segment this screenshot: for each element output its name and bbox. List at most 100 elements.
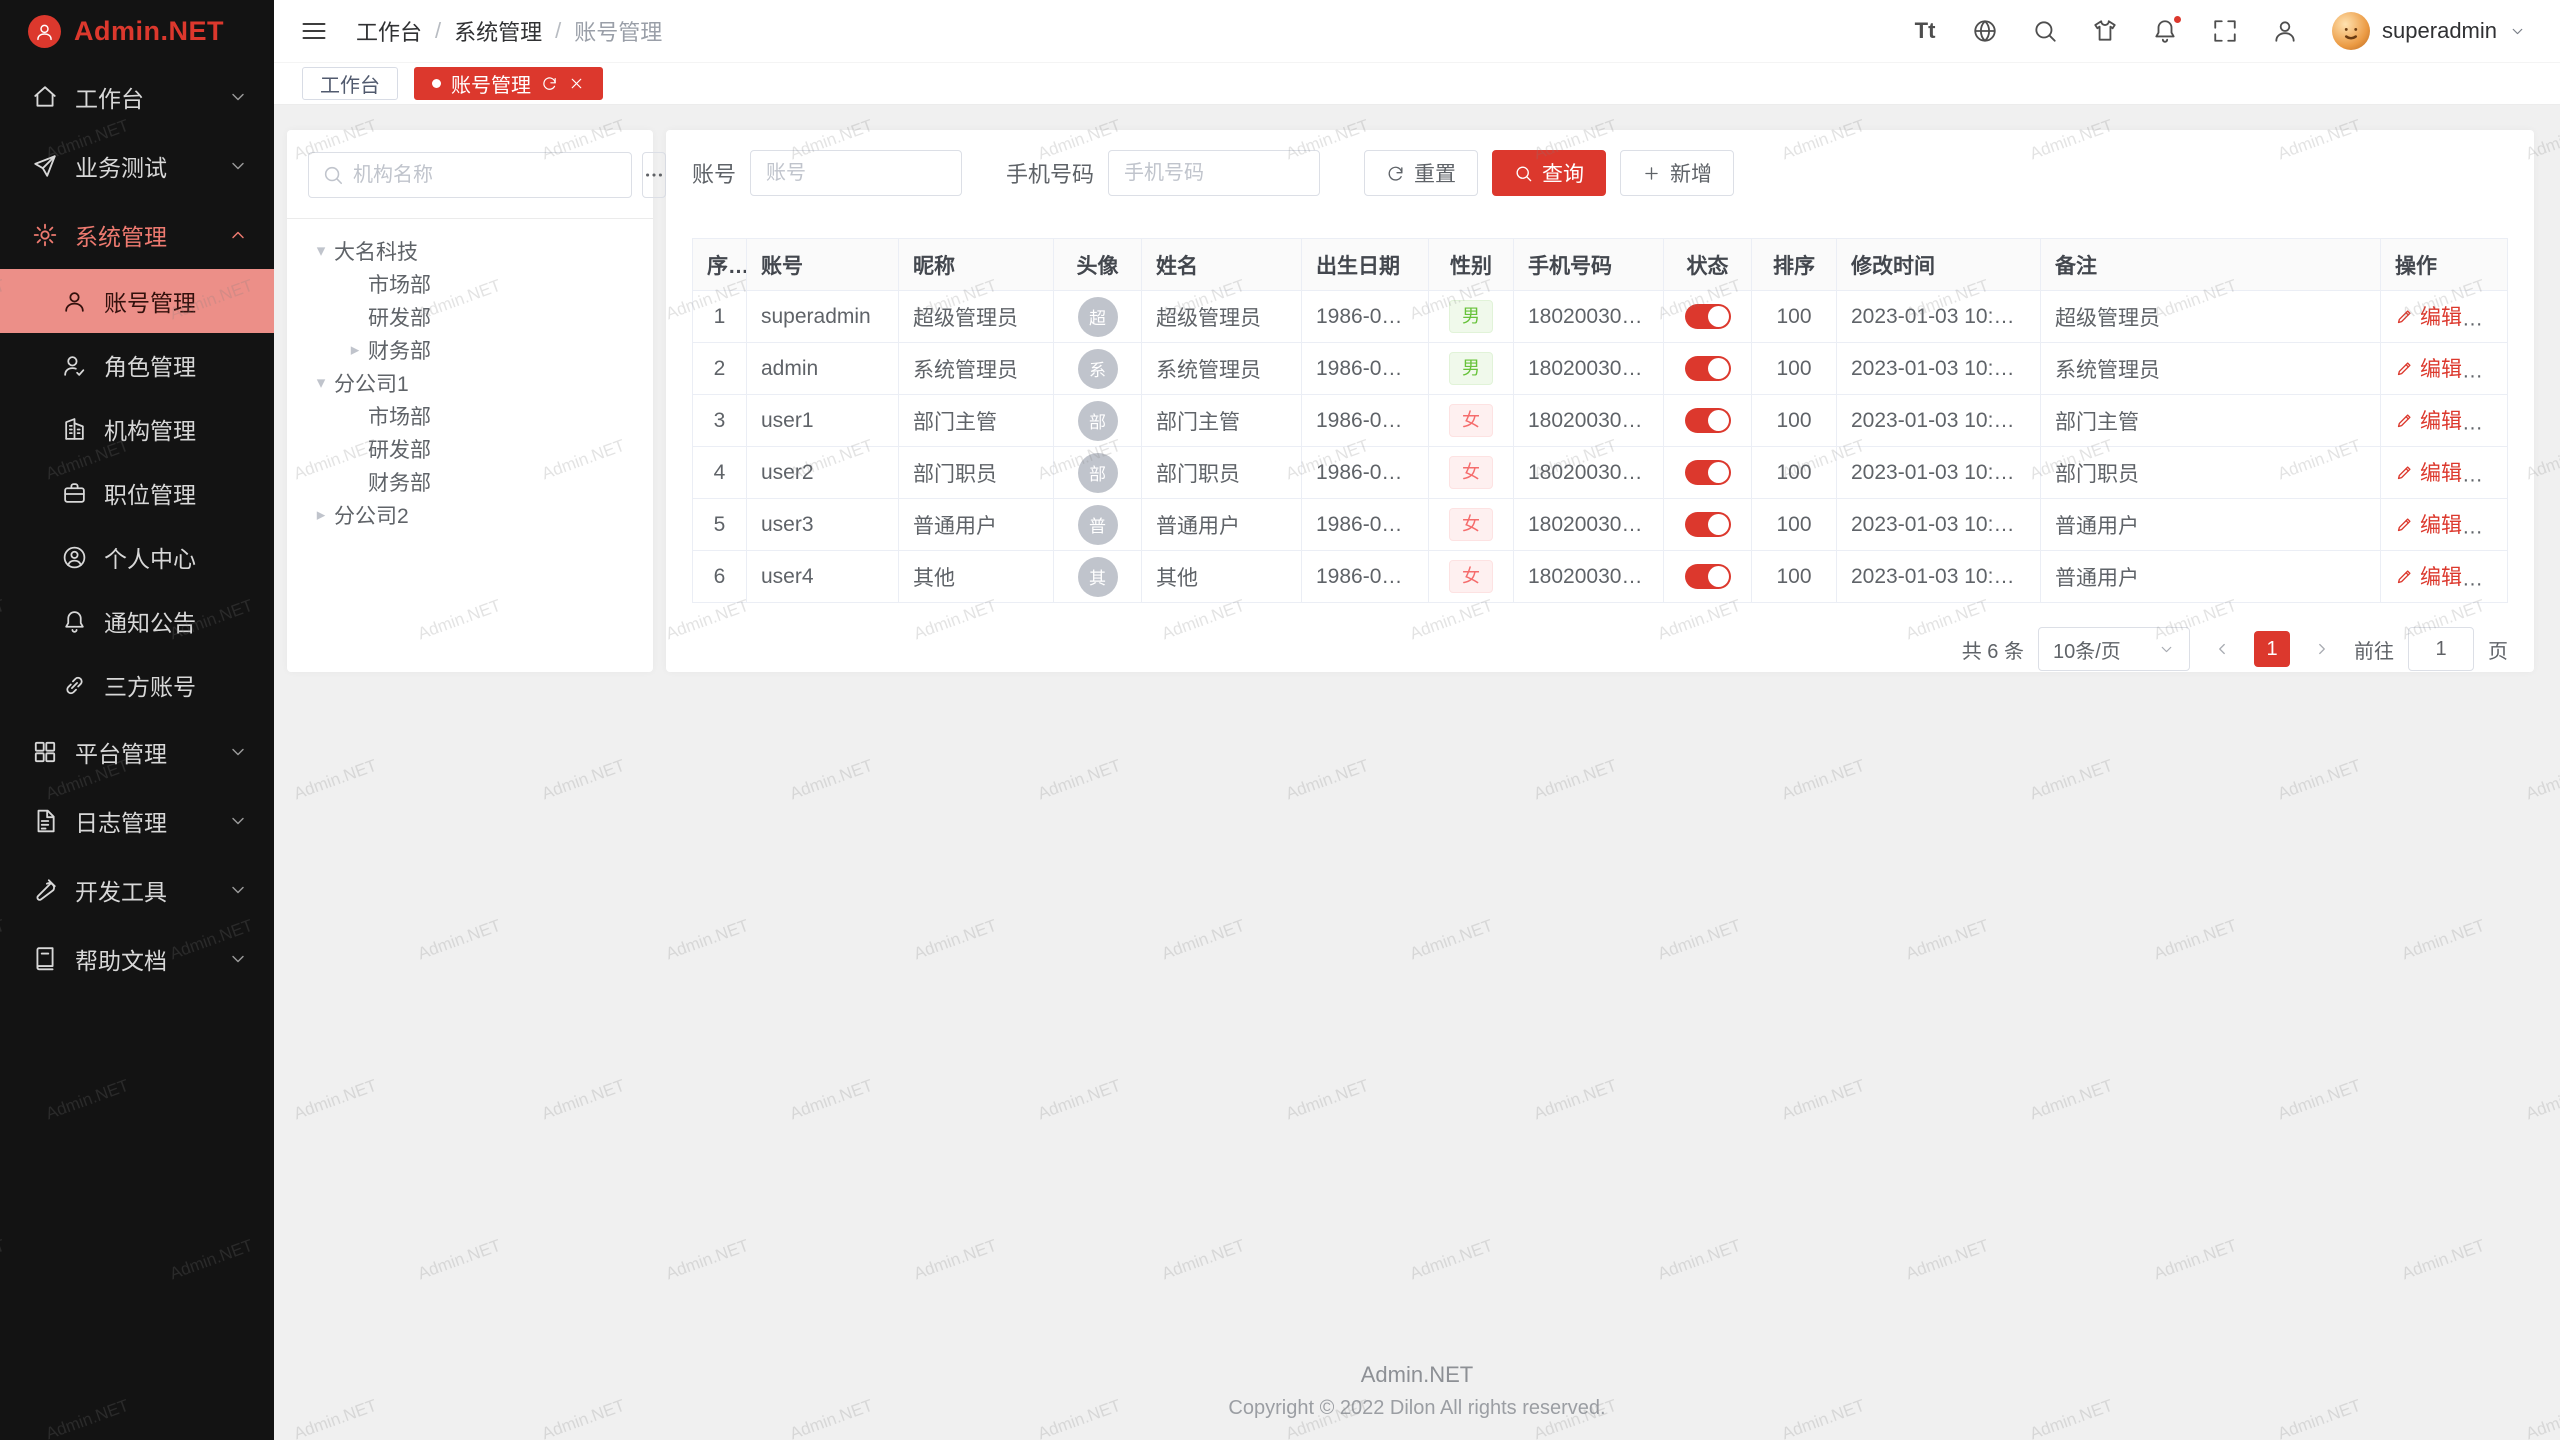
cell-name: 其他: [1142, 551, 1302, 603]
tabs-bar: 工作台 账号管理: [274, 62, 2560, 105]
tree-node-label: 研发部: [368, 434, 431, 464]
tab-label: 账号管理: [451, 69, 531, 98]
sidebar-subitem-org-management[interactable]: 机构管理: [0, 397, 274, 461]
cell-phone: 18020030720: [1514, 551, 1664, 603]
search-icon[interactable]: [2032, 18, 2058, 44]
status-toggle[interactable]: [1685, 512, 1731, 537]
sidebar-item-workbench[interactable]: 工作台: [0, 62, 274, 131]
tree-more-button[interactable]: [642, 152, 666, 198]
tree-caret-icon[interactable]: ▾: [308, 373, 334, 393]
cell-sort: 100: [1752, 551, 1837, 603]
page-number-current[interactable]: 1: [2254, 631, 2290, 667]
hamburger-menu-icon[interactable]: [300, 17, 328, 45]
accounts-table: 序号账号昵称头像姓名出生日期性别手机号码状态排序修改时间备注操作 1supera…: [692, 238, 2508, 603]
tab-account-management[interactable]: 账号管理: [414, 67, 603, 100]
cell-remark: 部门职员: [2041, 447, 2381, 499]
sidebar-item-platform-management[interactable]: 平台管理: [0, 717, 274, 786]
sidebar-item-dev-tools[interactable]: 开发工具: [0, 855, 274, 924]
cell-name: 部门职员: [1142, 447, 1302, 499]
avatar: [2332, 12, 2370, 50]
query-button[interactable]: 查询: [1492, 150, 1606, 196]
status-toggle[interactable]: [1685, 460, 1731, 485]
sidebar-subitem-position-management[interactable]: 职位管理: [0, 461, 274, 525]
tree-node-label: 大名科技: [334, 236, 418, 266]
cell-index: 4: [693, 447, 747, 499]
position-icon: [62, 481, 87, 506]
status-toggle[interactable]: [1685, 564, 1731, 589]
column-header: 操作: [2381, 239, 2508, 291]
tab-refresh-icon[interactable]: [541, 75, 558, 92]
edit-button[interactable]: 编辑: [2395, 405, 2462, 435]
tree-caret-icon[interactable]: ▾: [308, 241, 334, 261]
tree-node[interactable]: ▾分公司1: [308, 366, 632, 399]
user-menu[interactable]: superadmin: [2332, 12, 2526, 50]
tree-node[interactable]: 市场部: [308, 399, 632, 432]
status-toggle[interactable]: [1685, 408, 1731, 433]
sidebar-subitem-account-management[interactable]: 账号管理: [0, 269, 274, 333]
avatar: 其: [1078, 557, 1118, 597]
more-icon: [643, 164, 665, 186]
tree-node[interactable]: ▸财务部: [308, 333, 632, 366]
status-toggle[interactable]: [1685, 304, 1731, 329]
tab-workbench[interactable]: 工作台: [302, 67, 398, 100]
sidebar-subitem-personal-center[interactable]: 个人中心: [0, 525, 274, 589]
font-size-icon[interactable]: Tt: [1912, 18, 1938, 44]
goto-page-input[interactable]: [2408, 627, 2474, 671]
column-header: 账号: [747, 239, 899, 291]
cell-index: 2: [693, 343, 747, 395]
notification-icon[interactable]: [2152, 18, 2178, 44]
language-icon[interactable]: [1972, 18, 1998, 44]
tree-caret-icon[interactable]: ▸: [342, 340, 368, 360]
breadcrumb-item[interactable]: 工作台: [356, 15, 422, 47]
chevron-down-icon: [228, 880, 248, 900]
footer-copyright: Copyright © 2022 Dilon All rights reserv…: [274, 1397, 2560, 1420]
column-header: 昵称: [899, 239, 1054, 291]
fullscreen-icon[interactable]: [2212, 18, 2238, 44]
breadcrumb-item[interactable]: 系统管理: [454, 15, 542, 47]
edit-button[interactable]: 编辑: [2395, 353, 2462, 383]
submenu-item-label: 机构管理: [104, 412, 196, 446]
chevron-down-icon: [228, 87, 248, 107]
table-wrapper: 序号账号昵称头像姓名出生日期性别手机号码状态排序修改时间备注操作 1supera…: [692, 238, 2508, 603]
tree-node[interactable]: ▾大名科技: [308, 234, 632, 267]
cell-account: user2: [747, 447, 899, 499]
org-search-input[interactable]: [353, 164, 618, 187]
reset-button[interactable]: 重置: [1364, 150, 1478, 196]
tree-caret-icon[interactable]: ▸: [308, 505, 334, 525]
tree-node[interactable]: 财务部: [308, 465, 632, 498]
tree-node-label: 财务部: [368, 335, 431, 365]
tree-node[interactable]: 研发部: [308, 300, 632, 333]
sidebar-subitem-notice-announcement[interactable]: 通知公告: [0, 589, 274, 653]
edit-button[interactable]: 编辑: [2395, 509, 2462, 539]
edit-button[interactable]: 编辑: [2395, 561, 2462, 591]
prev-page-button[interactable]: [2204, 631, 2240, 667]
account-filter-input[interactable]: [750, 150, 962, 196]
tree-node[interactable]: 市场部: [308, 267, 632, 300]
edit-button[interactable]: 编辑: [2395, 457, 2462, 487]
edit-button[interactable]: 编辑: [2395, 301, 2462, 331]
theme-icon[interactable]: [2092, 18, 2118, 44]
sidebar-item-help-docs[interactable]: 帮助文档: [0, 924, 274, 993]
table-header-row: 序号账号昵称头像姓名出生日期性别手机号码状态排序修改时间备注操作: [693, 239, 2508, 291]
logo-icon: [28, 15, 61, 48]
tab-close-icon[interactable]: [568, 75, 585, 92]
next-page-button[interactable]: [2304, 631, 2340, 667]
page-size-select[interactable]: 10条/页: [2038, 627, 2190, 671]
add-button[interactable]: 新增: [1620, 150, 1734, 196]
gender-badge: 女: [1449, 508, 1493, 541]
sidebar-item-log-management[interactable]: 日志管理: [0, 786, 274, 855]
phone-filter-input[interactable]: [1108, 150, 1320, 196]
table-body: 1superadmin超级管理员超超级管理员1986-06-28男1802003…: [693, 291, 2508, 603]
cell-avatar: 系: [1054, 343, 1142, 395]
sidebar-item-system-management[interactable]: 系统管理: [0, 200, 274, 269]
sidebar-item-business-test[interactable]: 业务测试: [0, 131, 274, 200]
user-icon[interactable]: [2272, 18, 2298, 44]
sidebar-subitem-role-management[interactable]: 角色管理: [0, 333, 274, 397]
menu-item-label: 工作台: [75, 80, 144, 114]
tab-label: 工作台: [320, 69, 380, 98]
tree-node[interactable]: 研发部: [308, 432, 632, 465]
tree-node[interactable]: ▸分公司2: [308, 498, 632, 531]
cell-index: 1: [693, 291, 747, 343]
sidebar-subitem-third-party-account[interactable]: 三方账号: [0, 653, 274, 717]
status-toggle[interactable]: [1685, 356, 1731, 381]
